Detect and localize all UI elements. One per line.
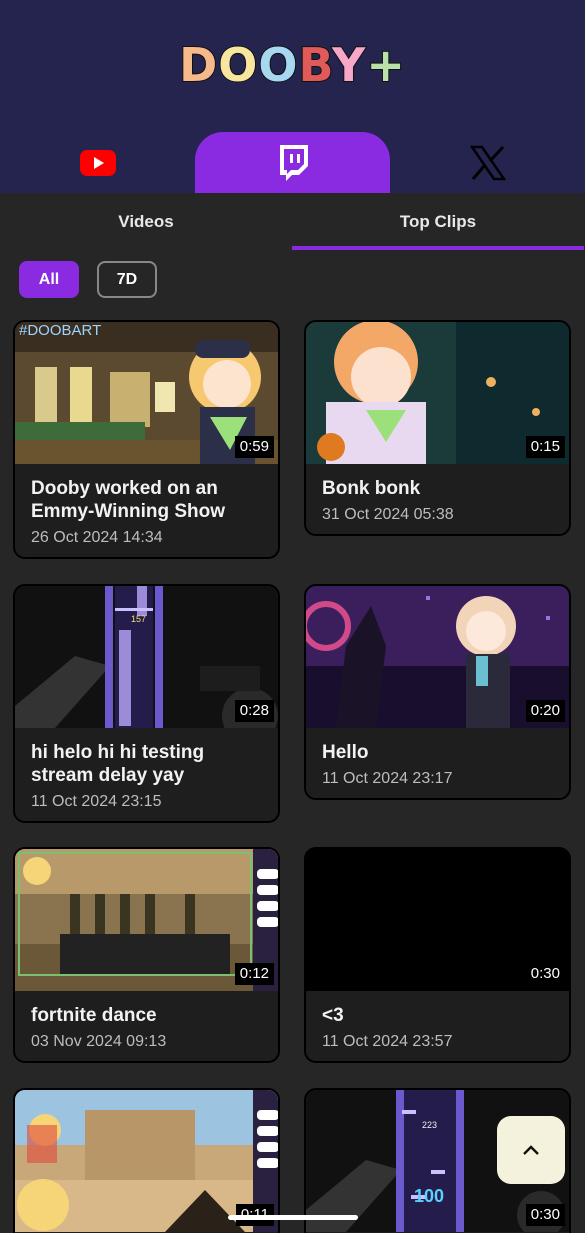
youtube-icon [79, 149, 116, 176]
home-indicator [228, 1215, 358, 1220]
clip-card[interactable]: 0:20 Hello 11 Oct 2024 23:17 [304, 584, 571, 800]
logo-letter: O [217, 37, 259, 93]
active-tab-indicator [292, 246, 584, 250]
clip-date: 26 Oct 2024 14:34 [31, 529, 163, 546]
clip-card[interactable]: 0:11 [13, 1088, 280, 1233]
clip-thumbnail: #DOOBART 0:59 [15, 322, 278, 464]
clip-thumbnail: 157 0:28 [15, 586, 278, 728]
clip-overlay-score: 100 [414, 1186, 445, 1206]
app-logo: DOOBY+ [0, 37, 585, 93]
clip-title: Hello [322, 742, 369, 763]
twitch-tab[interactable] [195, 132, 390, 193]
twitch-icon [279, 144, 308, 181]
scroll-to-top-button[interactable] [497, 1116, 565, 1184]
x-icon [469, 145, 506, 180]
logo-letter: D [178, 37, 219, 93]
logo-letter: O [257, 37, 299, 93]
clip-date: 03 Nov 2024 09:13 [31, 1033, 167, 1050]
clip-date: 11 Oct 2024 23:57 [322, 1033, 453, 1050]
clip-title: hi helo hi hi testing stream delay yay [31, 742, 205, 786]
clip-overlay-text: 157 [131, 614, 147, 624]
clip-duration: 0:30 [525, 963, 565, 985]
filter-7d-button[interactable]: 7D [97, 261, 157, 298]
logo-letter: + [365, 37, 406, 93]
tab-top-clips-label: Top Clips [399, 211, 477, 231]
clip-date: 11 Oct 2024 23:15 [31, 793, 162, 810]
clip-duration: 0:12 [234, 963, 274, 985]
clip-date: 11 Oct 2024 23:17 [322, 770, 453, 787]
platform-tabs [0, 132, 585, 193]
clip-card[interactable]: #DOOBART 0:59 Dooby worked on an Emmy-Wi… [13, 320, 280, 559]
clip-duration: 0:28 [234, 700, 274, 722]
tab-videos-label: Videos [118, 211, 174, 231]
clip-title: <3 [322, 1005, 344, 1026]
logo-letter: Y [331, 37, 367, 93]
clip-title: fortnite dance [31, 1005, 157, 1026]
clip-title: Bonk bonk [322, 478, 421, 499]
chevron-up-icon [523, 1145, 539, 1155]
clip-thumbnail: 0:11 [15, 1090, 278, 1232]
clip-overlay-text: 223 [422, 1120, 438, 1130]
clip-card[interactable]: 157 0:28 hi helo hi hi testing stream de… [13, 584, 280, 823]
clip-card[interactable]: 0:30 <3 11 Oct 2024 23:57 [304, 847, 571, 1063]
clip-thumbnail: 0:20 [306, 586, 569, 728]
tab-videos[interactable]: Videos [0, 193, 292, 250]
clip-duration: 0:15 [525, 436, 565, 458]
tab-top-clips[interactable]: Top Clips [292, 193, 584, 250]
logo-letter: B [298, 37, 333, 93]
app-header: DOOBY+ [0, 0, 585, 193]
clip-card[interactable]: 0:12 fortnite dance 03 Nov 2024 09:13 [13, 847, 280, 1063]
clip-title: Dooby worked on an Emmy-Winning Show [31, 478, 226, 522]
clip-card[interactable]: 0:15 Bonk bonk 31 Oct 2024 05:38 [304, 320, 571, 536]
clip-date: 31 Oct 2024 05:38 [322, 506, 454, 523]
content-tabs: Videos Top Clips [0, 193, 585, 250]
clip-duration: 0:20 [525, 700, 565, 722]
clip-thumbnail: 0:12 [15, 849, 278, 991]
filter-all-button[interactable]: All [19, 261, 79, 298]
youtube-tab[interactable] [0, 132, 195, 193]
clip-thumbnail: 0:15 [306, 322, 569, 464]
clip-duration: 0:30 [525, 1204, 565, 1226]
x-tab[interactable] [390, 132, 585, 193]
clip-duration: 0:59 [234, 436, 274, 458]
clip-thumbnail: 0:30 [306, 849, 569, 991]
clip-overlay-text: #DOOBART [19, 322, 102, 339]
